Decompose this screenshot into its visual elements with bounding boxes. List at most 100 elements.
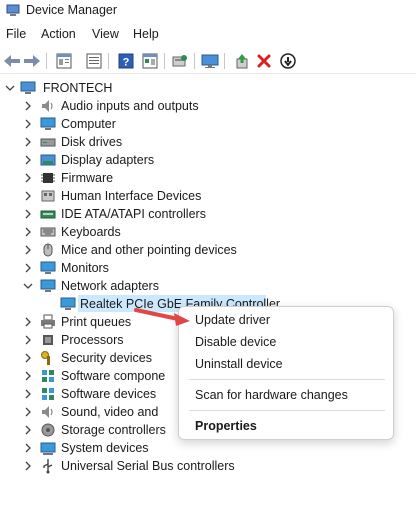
tree-item-software-components[interactable]: Software compone bbox=[0, 367, 180, 385]
svg-text:?: ? bbox=[123, 57, 130, 69]
usb-icon bbox=[43, 459, 53, 474]
tree-item-firmware[interactable]: Firmware bbox=[0, 169, 416, 187]
disable-icon[interactable] bbox=[278, 51, 298, 71]
chevron-right-icon[interactable] bbox=[22, 421, 34, 439]
tree-item-hid[interactable]: Human Interface Devices bbox=[0, 187, 416, 205]
chip-icon bbox=[41, 173, 55, 183]
properties-menu-item[interactable]: Properties bbox=[195, 419, 257, 433]
tree-item-mice[interactable]: Mice and other pointing devices bbox=[0, 241, 416, 259]
chevron-right-icon[interactable] bbox=[22, 151, 34, 169]
chevron-right-icon[interactable] bbox=[22, 367, 34, 385]
chevron-down-icon[interactable] bbox=[4, 79, 16, 97]
menu-view[interactable]: View bbox=[92, 27, 119, 41]
tree-item-label: Security devices bbox=[61, 351, 153, 365]
mouse-icon bbox=[43, 243, 53, 257]
tree-item-software-devices[interactable]: Software devices bbox=[0, 385, 180, 403]
context-menu: Update driver Disable device Uninstall d… bbox=[178, 306, 394, 440]
network-icon bbox=[40, 279, 56, 292]
toolbar-separator bbox=[164, 53, 165, 69]
tree-item-label: Mice and other pointing devices bbox=[61, 243, 237, 257]
chevron-right-icon[interactable] bbox=[22, 169, 34, 187]
toolbar: ? bbox=[0, 48, 416, 74]
details-icon[interactable] bbox=[84, 51, 104, 71]
software-device-icon bbox=[42, 388, 54, 400]
chevron-right-icon[interactable] bbox=[22, 457, 34, 475]
tree-item-disk-drives[interactable]: Disk drives bbox=[0, 133, 416, 151]
tree-item-label: System devices bbox=[61, 441, 149, 455]
tree-item-storage-controllers[interactable]: Storage controllers bbox=[0, 421, 178, 439]
hid-icon bbox=[41, 190, 55, 202]
menu-separator bbox=[189, 379, 385, 380]
title-bar: Device Manager bbox=[0, 0, 416, 22]
uninstall-device-menu-item[interactable]: Uninstall device bbox=[195, 357, 283, 371]
chevron-right-icon[interactable] bbox=[22, 115, 34, 133]
chevron-right-icon[interactable] bbox=[22, 223, 34, 241]
device-manager-icon bbox=[6, 4, 20, 16]
network-adapter-icon bbox=[60, 297, 76, 310]
monitor-icon bbox=[40, 261, 56, 274]
toolbar-separator bbox=[224, 53, 225, 69]
tree-root[interactable]: FRONTECH bbox=[0, 79, 416, 97]
chevron-right-icon[interactable] bbox=[22, 241, 34, 259]
tree-item-label: Keyboards bbox=[61, 225, 121, 239]
chevron-down-icon[interactable] bbox=[22, 277, 34, 295]
chevron-right-icon[interactable] bbox=[22, 385, 34, 403]
tree-item-system-devices[interactable]: System devices bbox=[0, 439, 416, 457]
monitor-icon[interactable] bbox=[200, 51, 220, 71]
speaker-icon bbox=[42, 100, 53, 112]
properties-icon[interactable] bbox=[54, 51, 74, 71]
tree-item-audio[interactable]: Audio inputs and outputs bbox=[0, 97, 416, 115]
tree-item-label: IDE ATA/ATAPI controllers bbox=[61, 207, 206, 221]
speaker-icon bbox=[42, 406, 53, 418]
scan-hardware-icon[interactable] bbox=[170, 51, 190, 71]
tree-item-sound-video[interactable]: Sound, video and bbox=[0, 403, 178, 421]
tree-item-security[interactable]: Security devices bbox=[0, 349, 180, 367]
disable-device-menu-item[interactable]: Disable device bbox=[195, 335, 276, 349]
add-driver-icon[interactable] bbox=[232, 51, 252, 71]
chevron-right-icon[interactable] bbox=[22, 259, 34, 277]
chevron-right-icon[interactable] bbox=[22, 331, 34, 349]
forward-icon[interactable] bbox=[22, 51, 42, 71]
chevron-right-icon[interactable] bbox=[22, 349, 34, 367]
back-icon[interactable] bbox=[2, 51, 22, 71]
tree-item-usb[interactable]: Universal Serial Bus controllers bbox=[0, 457, 416, 475]
chevron-right-icon[interactable] bbox=[22, 133, 34, 151]
tree-item-computer[interactable]: Computer bbox=[0, 115, 416, 133]
menu-file[interactable]: File bbox=[6, 27, 26, 41]
tree-item-label: Storage controllers bbox=[61, 423, 166, 437]
chevron-right-icon[interactable] bbox=[22, 97, 34, 115]
tree-item-label: Processors bbox=[61, 333, 124, 347]
chevron-right-icon[interactable] bbox=[22, 187, 34, 205]
menu-help[interactable]: Help bbox=[133, 27, 159, 41]
menu-action[interactable]: Action bbox=[41, 27, 76, 41]
software-component-icon bbox=[42, 370, 54, 382]
scan-hardware-menu-item[interactable]: Scan for hardware changes bbox=[195, 388, 348, 402]
chevron-right-icon[interactable] bbox=[22, 313, 34, 331]
processor-icon bbox=[43, 335, 53, 345]
uninstall-icon[interactable] bbox=[254, 51, 274, 71]
tree-item-network-adapters[interactable]: Network adapters bbox=[0, 277, 416, 295]
chevron-right-icon[interactable] bbox=[22, 205, 34, 223]
tree-item-label: Disk drives bbox=[61, 135, 123, 149]
update-driver-menu-item[interactable]: Update driver bbox=[195, 313, 270, 327]
tree-item-label: Network adapters bbox=[61, 279, 159, 293]
help-icon[interactable]: ? bbox=[116, 51, 136, 71]
tree-item-monitors[interactable]: Monitors bbox=[0, 259, 416, 277]
menu-separator bbox=[189, 410, 385, 411]
tree-item-display-adapters[interactable]: Display adapters bbox=[0, 151, 416, 169]
ide-controller-icon bbox=[40, 210, 56, 219]
tree-item-label: Computer bbox=[61, 117, 116, 131]
show-hidden-icon[interactable] bbox=[140, 51, 160, 71]
chevron-right-icon[interactable] bbox=[22, 439, 34, 457]
computer-icon bbox=[40, 117, 56, 130]
tree-item-label: Software compone bbox=[61, 369, 166, 383]
printer-icon bbox=[41, 314, 55, 329]
tree-item-ide[interactable]: IDE ATA/ATAPI controllers bbox=[0, 205, 416, 223]
menu-bar: File Action View Help bbox=[0, 24, 416, 46]
chevron-right-icon[interactable] bbox=[22, 403, 34, 421]
keyboard-icon bbox=[40, 227, 56, 237]
tree-item-label: Monitors bbox=[61, 261, 109, 275]
security-key-icon bbox=[41, 351, 50, 365]
tree-item-keyboards[interactable]: Keyboards bbox=[0, 223, 416, 241]
system-device-icon bbox=[40, 442, 56, 455]
